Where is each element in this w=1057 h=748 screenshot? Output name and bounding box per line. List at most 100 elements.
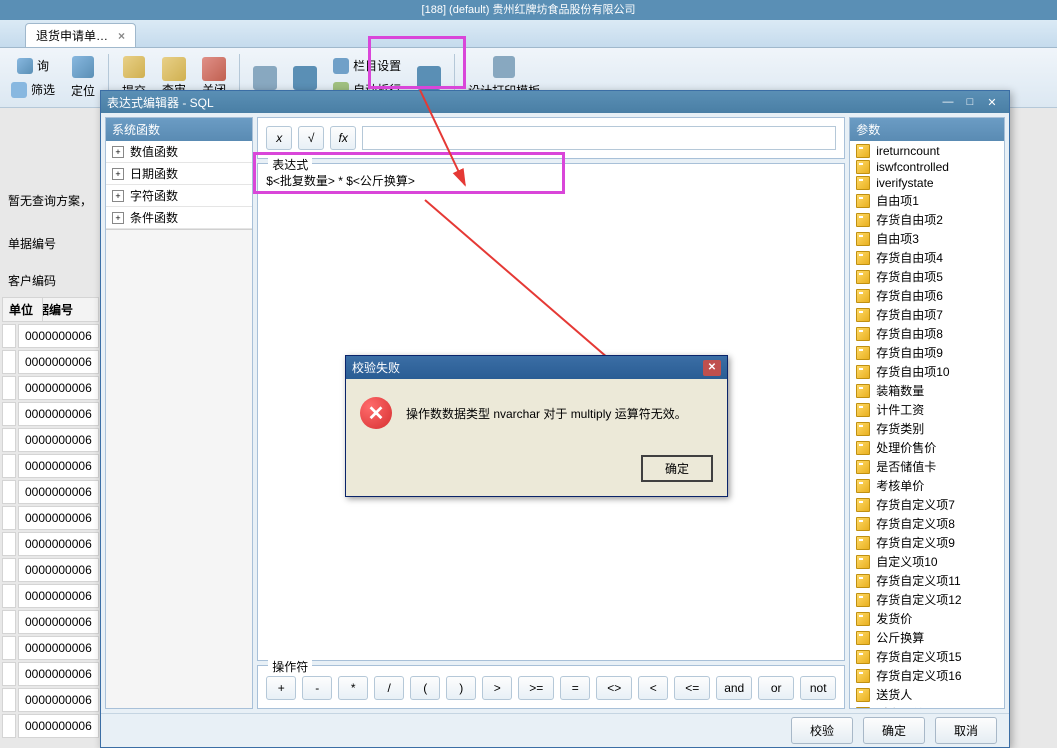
table-row[interactable]: 0000000006	[2, 714, 99, 738]
param-item[interactable]: 存货自由项9	[852, 343, 1002, 362]
sys-func-item[interactable]: +数值函数	[106, 141, 252, 163]
operator-button[interactable]: >=	[518, 676, 554, 700]
table-row[interactable]: 0000000006	[2, 350, 99, 374]
validate-button[interactable]: 校验	[791, 717, 853, 744]
maximize-button[interactable]: □	[959, 94, 981, 110]
close-icon	[202, 57, 226, 81]
operators-legend: 操作符	[268, 658, 312, 675]
param-item[interactable]: 存货自定义项16	[852, 666, 1002, 685]
col-unit[interactable]: 单位	[2, 297, 43, 322]
table-row[interactable]: 0000000006	[2, 454, 99, 478]
msgbox-close-icon[interactable]: ✕	[703, 360, 721, 376]
param-item[interactable]: 计件工资	[852, 400, 1002, 419]
operator-button[interactable]: /	[374, 676, 404, 700]
close-dialog-button[interactable]: ✕	[981, 94, 1003, 110]
table-row[interactable]: 0000000006	[2, 610, 99, 634]
operator-button[interactable]: and	[716, 676, 752, 700]
param-item[interactable]: 存货自定义项9	[852, 533, 1002, 552]
operator-button[interactable]: <=	[674, 676, 710, 700]
link-icon	[253, 66, 277, 90]
param-item[interactable]: 存货自定义项8	[852, 514, 1002, 533]
operator-button[interactable]: <>	[596, 676, 632, 700]
param-item[interactable]: 公斤换算	[852, 628, 1002, 647]
param-item[interactable]: 发货价	[852, 609, 1002, 628]
param-item[interactable]: 是否储值卡	[852, 457, 1002, 476]
sys-func-item[interactable]: +字符函数	[106, 185, 252, 207]
param-item[interactable]: 存货自定义项11	[852, 571, 1002, 590]
param-item[interactable]: 自由项1	[852, 191, 1002, 210]
docno-label: 单据编号	[6, 229, 94, 258]
expand-icon[interactable]: +	[112, 212, 124, 224]
minimize-button[interactable]: —	[937, 94, 959, 110]
sys-func-item[interactable]: +日期函数	[106, 163, 252, 185]
operator-button[interactable]: >	[482, 676, 512, 700]
param-item[interactable]: 装箱数量	[852, 381, 1002, 400]
filter-button[interactable]: 筛选	[4, 78, 62, 102]
msgbox-ok-button[interactable]: 确定	[641, 455, 713, 482]
param-item[interactable]: 存货自由项7	[852, 305, 1002, 324]
param-item[interactable]: 处理价售价	[852, 438, 1002, 457]
operator-button[interactable]: <	[638, 676, 668, 700]
table-row[interactable]: 0000000006	[2, 324, 99, 348]
param-item[interactable]: 对方订单号	[852, 704, 1002, 708]
column-icon	[333, 58, 349, 74]
param-item[interactable]: 存货自由项6	[852, 286, 1002, 305]
column-setting-button[interactable]: 栏目设置	[326, 54, 408, 78]
param-item[interactable]: iswfcontrolled	[852, 159, 1002, 175]
sys-func-item[interactable]: +条件函数	[106, 207, 252, 229]
expand-icon[interactable]: +	[112, 190, 124, 202]
operator-button[interactable]: *	[338, 676, 368, 700]
msgbox-titlebar[interactable]: 校验失败 ✕	[346, 356, 727, 379]
tab-return-request[interactable]: 退货申请单… ×	[25, 23, 136, 47]
table-row[interactable]: 0000000006	[2, 376, 99, 400]
param-item[interactable]: 存货自由项2	[852, 210, 1002, 229]
formula-cancel-button[interactable]: x	[266, 126, 292, 150]
operator-button[interactable]: =	[560, 676, 590, 700]
formula-input[interactable]	[362, 126, 836, 150]
operator-button[interactable]: not	[800, 676, 836, 700]
param-item[interactable]: 自定义项10	[852, 552, 1002, 571]
params-list[interactable]: ireturncountiswfcontrollediverifystate自由…	[850, 141, 1004, 708]
param-item[interactable]: 存货自定义项12	[852, 590, 1002, 609]
formula-accept-button[interactable]: √	[298, 126, 324, 150]
sys-func-panel: 系统函数 +数值函数+日期函数+字符函数+条件函数	[105, 117, 253, 709]
query-button[interactable]: 询	[4, 54, 62, 78]
param-item[interactable]: ireturncount	[852, 143, 1002, 159]
operator-button[interactable]: )	[446, 676, 476, 700]
param-icon	[856, 460, 870, 474]
table-row[interactable]: 0000000006	[2, 532, 99, 556]
param-item[interactable]: 存货自由项8	[852, 324, 1002, 343]
locate-button[interactable]: 定位	[64, 50, 102, 106]
formula-fx-button[interactable]: fx	[330, 126, 356, 150]
param-item[interactable]: 存货类别	[852, 419, 1002, 438]
param-item[interactable]: 送货人	[852, 685, 1002, 704]
table-row[interactable]: 0000000006	[2, 558, 99, 582]
operator-button[interactable]: (	[410, 676, 440, 700]
param-item[interactable]: 存货自由项5	[852, 267, 1002, 286]
cancel-button[interactable]: 取消	[935, 717, 997, 744]
operator-button[interactable]: +	[266, 676, 296, 700]
operator-button[interactable]: -	[302, 676, 332, 700]
table-row[interactable]: 0000000006	[2, 636, 99, 660]
tab-close-icon[interactable]: ×	[118, 29, 125, 43]
param-item[interactable]: 存货自定义项7	[852, 495, 1002, 514]
param-item[interactable]: 考核单价	[852, 476, 1002, 495]
expand-icon[interactable]: +	[112, 168, 124, 180]
expand-icon[interactable]: +	[112, 146, 124, 158]
operator-button[interactable]: or	[758, 676, 794, 700]
table-row[interactable]: 0000000006	[2, 402, 99, 426]
table-row[interactable]: 0000000006	[2, 480, 99, 504]
param-item[interactable]: 自由项3	[852, 229, 1002, 248]
ok-button[interactable]: 确定	[863, 717, 925, 744]
param-item[interactable]: 存货自由项4	[852, 248, 1002, 267]
table-row[interactable]: 0000000006	[2, 688, 99, 712]
param-item[interactable]: iverifystate	[852, 175, 1002, 191]
table-row[interactable]: 0000000006	[2, 662, 99, 686]
param-item[interactable]: 存货自定义项15	[852, 647, 1002, 666]
left-sidebar: 暂无查询方案， 单据编号 客户编码	[0, 180, 100, 301]
table-row[interactable]: 0000000006	[2, 506, 99, 530]
sql-titlebar[interactable]: 表达式编辑器 - SQL — □ ✕	[101, 91, 1009, 113]
table-row[interactable]: 0000000006	[2, 584, 99, 608]
param-item[interactable]: 存货自由项10	[852, 362, 1002, 381]
table-row[interactable]: 0000000006	[2, 428, 99, 452]
